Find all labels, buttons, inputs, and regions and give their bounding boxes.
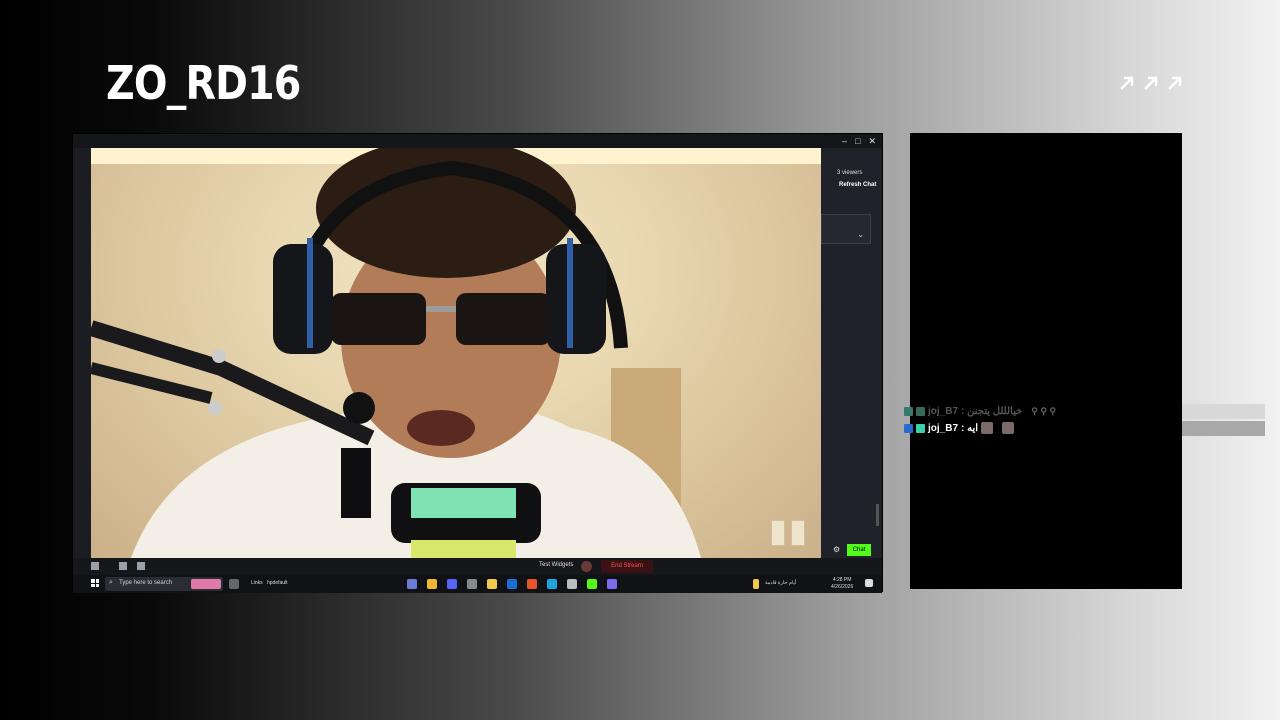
discord-icon[interactable]	[447, 579, 457, 589]
chat-stripe	[1182, 421, 1265, 436]
emote-icon	[1002, 422, 1015, 434]
stream-controls: Test Widgets End Stream ⚙ Chat	[73, 544, 882, 576]
chat-side-panel: 3 viewers Refresh Chat ⌄	[821, 148, 881, 558]
gear-icon[interactable]: ⚙	[833, 545, 840, 554]
taskbar-clock[interactable]: 4:28 PM 4/26/2026	[831, 577, 853, 591]
windows-start-icon[interactable]	[91, 579, 99, 587]
folder-icon[interactable]	[487, 579, 497, 589]
task-view-icon[interactable]	[229, 579, 239, 589]
chat-send-button[interactable]: Chat	[847, 544, 871, 556]
screen-share: – □ ✕ 3 viewers Refresh Chat ⌄ Test Widg…	[72, 133, 883, 593]
emote-icon: ⚲ ⚲ ⚲	[1031, 405, 1057, 416]
badge-icon	[916, 406, 925, 416]
app-icon[interactable]	[567, 579, 577, 589]
chrome-icon[interactable]	[427, 579, 437, 589]
app-icon[interactable]	[467, 579, 477, 589]
weather-text: أيام حارة قادمة	[765, 580, 797, 586]
refresh-chat-link[interactable]: Refresh Chat	[839, 182, 876, 188]
maximize-icon[interactable]: □	[855, 136, 860, 147]
search-icon: ⌕	[109, 579, 113, 586]
webcam-feed	[91, 148, 821, 558]
edge-icon[interactable]	[547, 579, 557, 589]
side-dropdown[interactable]: ⌄	[821, 214, 871, 244]
chat-text: : خيالللل يتجنن	[961, 405, 1023, 417]
app-icon[interactable]	[527, 579, 537, 589]
test-widgets-button[interactable]: Test Widgets	[539, 562, 573, 568]
close-icon[interactable]: ✕	[868, 136, 876, 147]
clock-time: 4:28 PM	[832, 577, 852, 583]
chat-username: joj_B7	[928, 405, 959, 417]
minimize-icon[interactable]: –	[842, 136, 847, 147]
notification-icon[interactable]	[865, 579, 873, 587]
badge-icon	[904, 423, 913, 433]
arrow-up-right-icon	[1168, 76, 1182, 90]
streamer-figure	[91, 148, 701, 558]
window-titlebar: – □ ✕	[73, 134, 882, 148]
text-size-icon[interactable]	[137, 562, 145, 570]
badge-icon	[904, 406, 913, 416]
clock-date: 4/26/2026	[831, 584, 854, 590]
chat-overlay-panel	[910, 133, 1182, 589]
stats-icon[interactable]	[119, 562, 127, 570]
weather-icon	[753, 579, 759, 589]
emote-icon	[981, 422, 994, 434]
chat-message: joj_B7 : ايه	[904, 421, 1015, 435]
chat-message: joj_B7 : خيالللل يتجنن ⚲ ⚲ ⚲	[904, 404, 1056, 418]
kick-icon[interactable]	[587, 579, 597, 589]
links-label[interactable]: Links	[251, 580, 263, 586]
chat-stripe	[1182, 404, 1265, 419]
channel-title: ZO_RD16	[106, 56, 301, 110]
folder-label[interactable]: hpdefault	[267, 580, 288, 586]
mic-icon[interactable]	[581, 561, 592, 572]
chat-username: joj_B7	[928, 422, 959, 434]
app-icon[interactable]	[607, 579, 617, 589]
app-icon[interactable]	[407, 579, 417, 589]
chevron-down-icon: ⌄	[857, 230, 864, 239]
search-highlight-icon	[191, 579, 221, 589]
viewer-count: 3 viewers	[837, 170, 863, 176]
end-stream-button[interactable]: End Stream	[601, 560, 653, 573]
chat-text: : ايه	[961, 422, 979, 434]
badge-icon	[916, 423, 925, 433]
search-placeholder: Type here to search	[119, 580, 173, 586]
scrollbar[interactable]	[876, 504, 879, 526]
steam-icon[interactable]	[507, 579, 517, 589]
arrow-up-right-icon	[1120, 76, 1134, 90]
windows-taskbar: ⌕ Type here to search Links hpdefault أي…	[73, 575, 882, 593]
arrow-decoration	[1118, 74, 1184, 92]
arrow-up-right-icon	[1144, 76, 1158, 90]
user-icon[interactable]	[91, 562, 99, 570]
